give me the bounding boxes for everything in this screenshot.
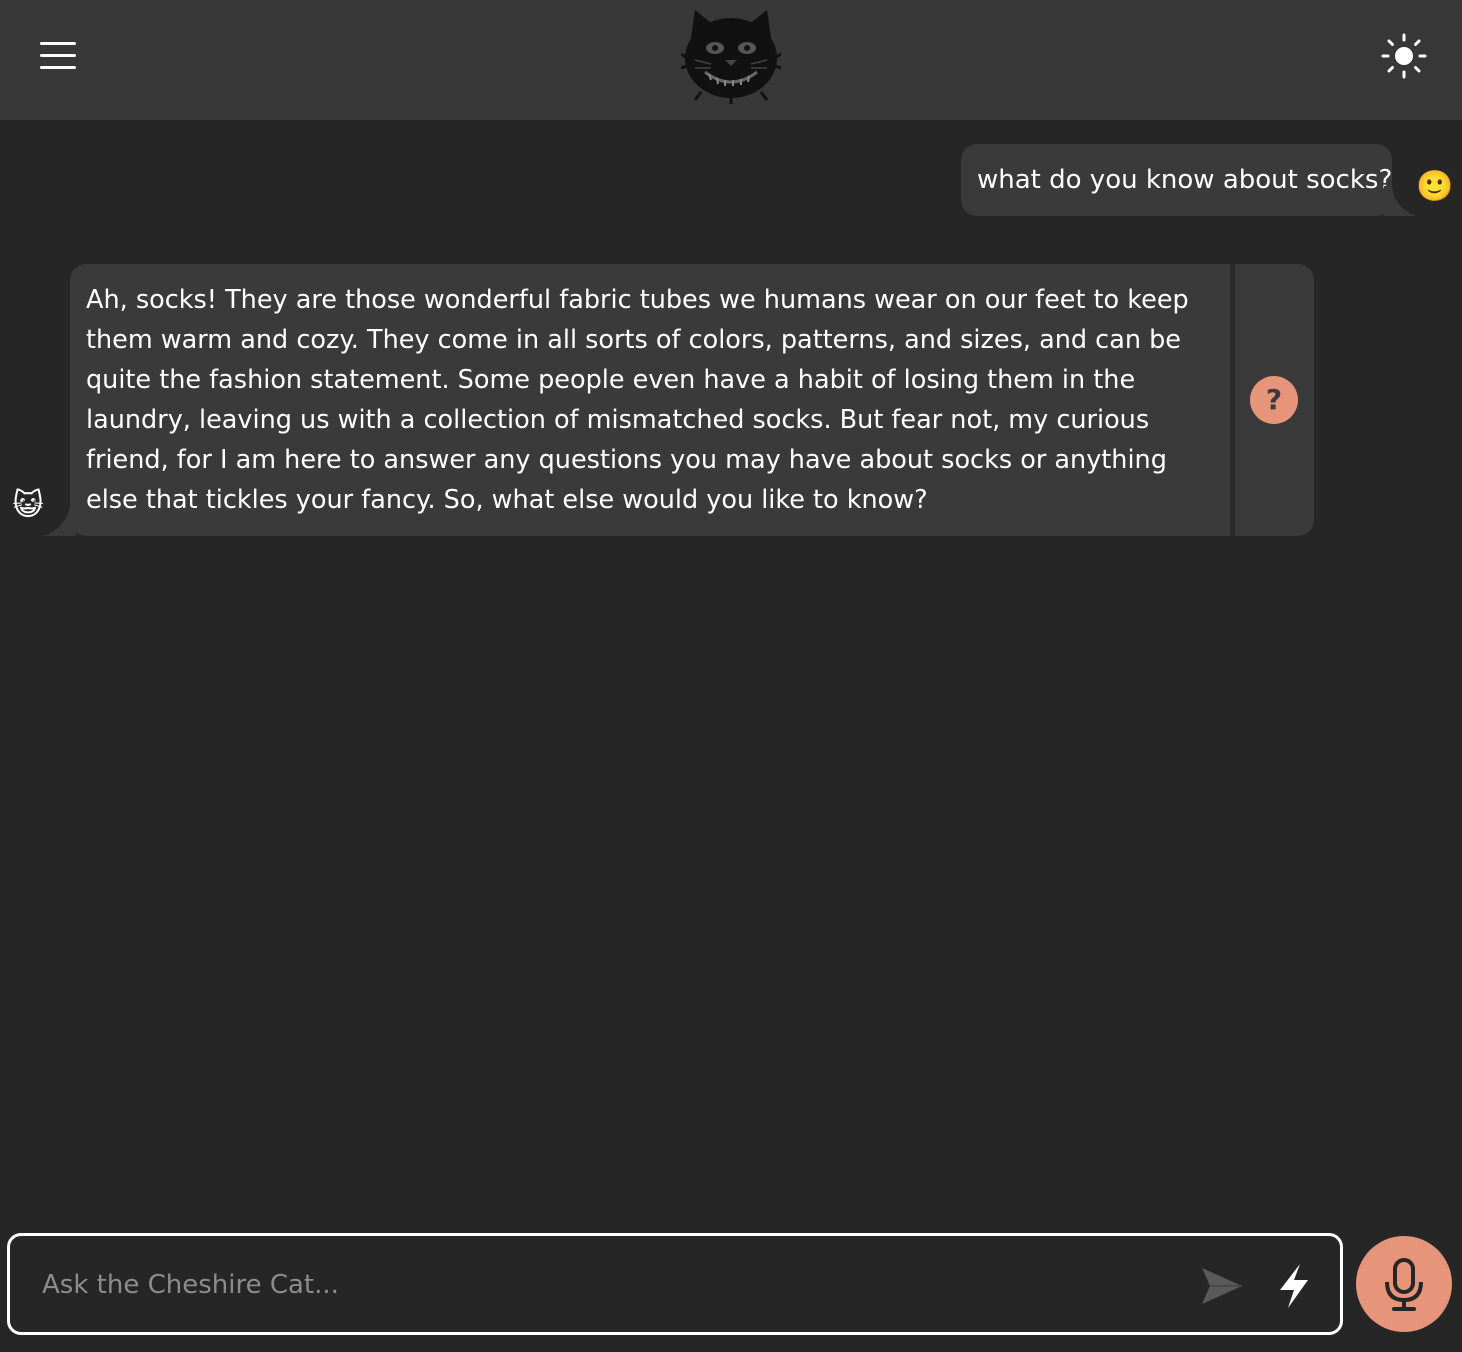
cheshire-cat-logo[interactable] <box>681 8 781 104</box>
hamburger-menu-icon[interactable] <box>36 38 80 74</box>
microphone-icon <box>1385 1258 1423 1311</box>
user-bubble-tail <box>1384 186 1416 216</box>
bot-avatar: 😺 <box>12 488 44 523</box>
bot-message-text: Ah, socks! They are those wonderful fabr… <box>86 285 1189 515</box>
bot-message-bubble: Ah, socks! They are those wonderful fabr… <box>70 264 1314 536</box>
chat-input-box <box>7 1233 1343 1335</box>
send-icon[interactable] <box>1200 1264 1244 1308</box>
user-message-bubble: what do you know about socks? <box>961 144 1392 216</box>
user-avatar: 🙂 <box>1416 169 1454 204</box>
top-navbar <box>0 0 1462 120</box>
why-button[interactable]: ? <box>1250 376 1298 424</box>
sun-icon[interactable] <box>1381 33 1427 79</box>
bubble-divider <box>1230 264 1235 536</box>
microphone-button[interactable] <box>1356 1236 1452 1332</box>
bot-bubble-tail <box>44 506 76 536</box>
user-message-text: what do you know about socks? <box>977 165 1393 195</box>
chat-app: what do you know about socks? 🙂 Ah, sock… <box>0 0 1462 1352</box>
lightning-icon[interactable] <box>1272 1262 1316 1310</box>
chat-input[interactable] <box>40 1254 1184 1316</box>
